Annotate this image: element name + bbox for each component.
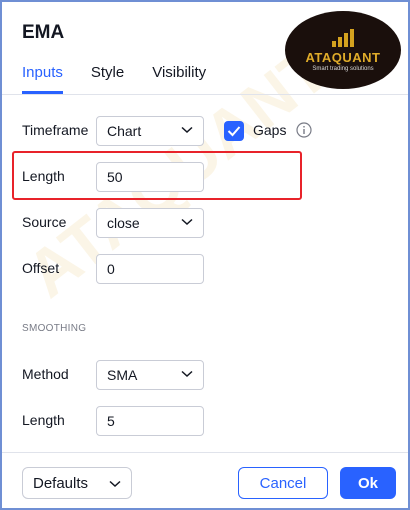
source-value: close xyxy=(107,215,140,231)
tabs-divider xyxy=(2,94,408,95)
source-row: Source xyxy=(22,206,96,238)
chevron-down-icon xyxy=(109,480,121,488)
gaps-label: Gaps xyxy=(253,122,287,138)
timeframe-label: Timeframe xyxy=(22,122,89,138)
timeframe-row: Timeframe xyxy=(22,114,96,146)
offset-row: Offset xyxy=(22,252,96,284)
bar-chart-logo-icon xyxy=(332,28,354,47)
offset-label: Offset xyxy=(22,260,60,276)
chevron-down-icon xyxy=(181,370,193,378)
chevron-down-icon xyxy=(181,218,193,226)
length-input[interactable]: 50 xyxy=(96,162,204,192)
smoothing-length-row: Length xyxy=(22,404,96,436)
footer-divider xyxy=(2,452,408,453)
method-value: SMA xyxy=(107,367,138,383)
method-label: Method xyxy=(22,366,69,382)
timeframe-select[interactable]: Chart xyxy=(96,116,204,146)
ok-button[interactable]: Ok xyxy=(340,467,396,499)
tab-inputs[interactable]: Inputs xyxy=(22,64,63,94)
brand-logo: ATAQUANT Smart trading solutions xyxy=(285,11,401,89)
info-icon[interactable] xyxy=(296,122,312,138)
timeframe-value: Chart xyxy=(107,123,142,139)
settings-tabs: Inputs Style Visibility xyxy=(22,64,206,94)
gaps-checkbox[interactable] xyxy=(224,121,244,141)
defaults-dropdown-button[interactable]: Defaults xyxy=(22,467,132,499)
defaults-label: Defaults xyxy=(33,474,89,492)
method-select[interactable]: SMA xyxy=(96,360,204,390)
tab-visibility[interactable]: Visibility xyxy=(152,64,206,94)
length-label: Length xyxy=(22,168,65,184)
smoothing-length-label: Length xyxy=(22,412,65,428)
cancel-button[interactable]: Cancel xyxy=(238,467,328,499)
source-select[interactable]: close xyxy=(96,208,204,238)
dialog-title: EMA xyxy=(22,22,65,43)
logo-name: ATAQUANT xyxy=(305,49,381,65)
length-row: Length xyxy=(22,160,96,192)
method-row: Method xyxy=(22,358,96,390)
tab-style[interactable]: Style xyxy=(91,64,124,94)
smoothing-section-header: SMOOTHING xyxy=(22,323,87,334)
offset-input[interactable]: 0 xyxy=(96,254,204,284)
ema-settings-dialog: ATAQUANT EMA ATAQUANT Smart trading solu… xyxy=(2,2,408,508)
chevron-down-icon xyxy=(181,126,193,134)
logo-tagline: Smart trading solutions xyxy=(312,65,374,72)
smoothing-length-input[interactable]: 5 xyxy=(96,406,204,436)
checkmark-icon xyxy=(227,126,241,137)
source-label: Source xyxy=(22,214,67,230)
